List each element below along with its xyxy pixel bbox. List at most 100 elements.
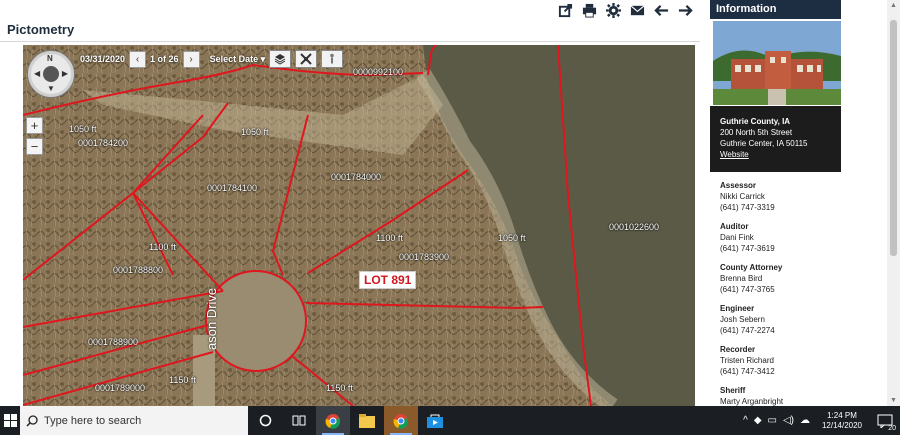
volume-icon[interactable]: ◁)	[783, 415, 794, 426]
officials-list: Assessor Nikki Carrick (641) 747-3319 Au…	[720, 180, 840, 415]
city-address: Guthrie Center, IA 50115	[720, 139, 808, 148]
measurement-label: 1050 ft	[241, 127, 269, 137]
official-phone: (641) 747-2274	[720, 326, 775, 335]
chrome-taskbar-app[interactable]	[316, 406, 350, 435]
county-address: Guthrie County, IA 200 North 5th Street …	[710, 106, 841, 172]
notification-count: 20	[888, 424, 896, 432]
official-role: Assessor	[720, 181, 757, 190]
page-title: Pictometry	[7, 22, 75, 37]
official-county-attorney: County Attorney Brenna Bird (641) 747-37…	[720, 262, 840, 295]
street-view-button[interactable]	[321, 50, 344, 68]
image-count: 1 of 26	[150, 54, 179, 64]
scroll-up-icon[interactable]: ▲	[889, 2, 898, 9]
parcel-label: 0001784200	[78, 138, 129, 148]
clock-date: 12/14/2020	[821, 420, 863, 430]
official-auditor: Auditor Dani Fink (641) 747-3619	[720, 221, 840, 254]
start-button[interactable]	[0, 406, 20, 435]
previous-image-button[interactable]: ‹	[129, 50, 147, 68]
courthouse-photo	[713, 21, 841, 105]
scroll-down-icon[interactable]: ▼	[889, 397, 898, 404]
parcel-label: 0000992100	[353, 67, 404, 77]
official-name: Nikki Carrick	[720, 192, 765, 201]
notifications-button[interactable]: 20	[874, 410, 896, 432]
network-icon[interactable]: ▭	[768, 415, 777, 426]
pegman-icon	[330, 53, 334, 64]
page-scrollbar[interactable]: ▲ ▼	[887, 0, 900, 406]
report-toolbar	[556, 1, 695, 19]
county-name: Guthrie County, IA	[720, 117, 791, 126]
measurement-label: 1100 ft	[149, 242, 176, 252]
parcel-label: 0001789000	[95, 383, 146, 393]
zoom-in-button[interactable]: +	[26, 117, 43, 134]
cortana-icon	[259, 414, 271, 427]
taskbar-clock[interactable]: 1:24 PM 12/14/2020	[816, 411, 868, 431]
chevron-up-icon[interactable]: ^	[743, 415, 748, 426]
official-role: Auditor	[720, 222, 749, 231]
gear-icon[interactable]	[604, 1, 623, 19]
aerial-map[interactable]: 0000992100 0001784200 0001784100 0001784…	[23, 45, 695, 406]
aerial-imagery	[23, 45, 695, 406]
official-name: Josh Sebern	[720, 315, 765, 324]
compass-control[interactable]: N ◀ ▶ ▼	[28, 51, 74, 97]
dropbox-icon[interactable]: ◆	[754, 415, 762, 426]
task-view-icon	[292, 415, 306, 426]
measurement-label: 1100 ft	[376, 233, 403, 243]
layers-button[interactable]	[269, 50, 292, 68]
official-role: Recorder	[720, 345, 756, 354]
official-name: Tristen Richard	[720, 356, 774, 365]
compass-north-label: N	[47, 54, 53, 63]
street-label: ason Drive	[204, 287, 219, 350]
official-name: Brenna Bird	[720, 274, 763, 283]
official-role: Sheriff	[720, 386, 746, 395]
store-icon	[427, 414, 443, 428]
pan-right-icon[interactable]: ▶	[62, 69, 68, 78]
next-image-button[interactable]: ›	[182, 50, 200, 68]
official-phone: (641) 747-3619	[720, 244, 775, 253]
zoom-out-button[interactable]: −	[26, 138, 43, 155]
parcel-label: 0001788900	[88, 337, 139, 347]
cortana-button[interactable]	[248, 406, 282, 435]
system-tray: ^ ◆ ▭ ◁) ☁ 1:24 PM 12/14/2020 20	[743, 406, 900, 435]
clock-time: 1:24 PM	[827, 410, 857, 420]
windows-taskbar: Type here to search ^ ◆ ▭ ◁) ☁ 1:24 PM 1…	[0, 406, 900, 435]
browser-page: Pictometry 0000992100 0001784200 0001784…	[0, 0, 900, 435]
measurement-label: 1150 ft	[326, 383, 353, 393]
select-date-dropdown[interactable]: Select Date ▾	[210, 54, 266, 65]
pan-down-icon[interactable]: ▼	[47, 84, 55, 93]
image-date: 03/31/2020	[80, 54, 126, 64]
task-view-button[interactable]	[282, 406, 316, 435]
header-divider	[0, 41, 700, 42]
official-engineer: Engineer Josh Sebern (641) 747-2274	[720, 303, 840, 336]
file-explorer-taskbar-app[interactable]	[350, 406, 384, 435]
street-address: 200 North 5th Street	[720, 128, 793, 137]
arrow-right-icon[interactable]	[676, 1, 695, 19]
layers-icon	[274, 54, 286, 65]
information-header: Information	[710, 0, 841, 19]
onedrive-icon[interactable]: ☁	[800, 415, 810, 426]
website-link[interactable]: Website	[720, 149, 831, 160]
print-icon[interactable]	[580, 1, 599, 19]
folder-icon	[359, 413, 375, 428]
official-phone: (641) 747-3319	[720, 203, 775, 212]
store-taskbar-app[interactable]	[418, 406, 452, 435]
image-date-bar: 03/31/2020 ‹ 1 of 26 › Select Date ▾	[80, 50, 344, 68]
pan-left-icon[interactable]: ◀	[34, 69, 40, 78]
chrome-second-taskbar-app[interactable]	[384, 406, 418, 435]
chrome-icon	[393, 413, 409, 429]
parcel-label: 0001784000	[331, 172, 382, 182]
parcel-label: 0001022600	[609, 222, 660, 232]
official-assessor: Assessor Nikki Carrick (641) 747-3319	[720, 180, 840, 213]
official-name: Dani Fink	[720, 233, 754, 242]
scroll-thumb[interactable]	[890, 20, 897, 256]
compass-center-icon[interactable]	[43, 66, 59, 82]
email-icon[interactable]	[628, 1, 647, 19]
tools-icon	[300, 53, 312, 65]
share-icon[interactable]	[556, 1, 575, 19]
parcel-label: 0001783900	[399, 252, 450, 262]
measurement-label: 1050 ft	[498, 233, 526, 243]
select-date-label: Select Date	[209, 53, 259, 64]
tools-button[interactable]	[295, 50, 318, 68]
parcel-label: 0001784100	[207, 183, 258, 193]
taskbar-search-box[interactable]: Type here to search	[20, 406, 248, 435]
arrow-left-icon[interactable]	[652, 1, 671, 19]
